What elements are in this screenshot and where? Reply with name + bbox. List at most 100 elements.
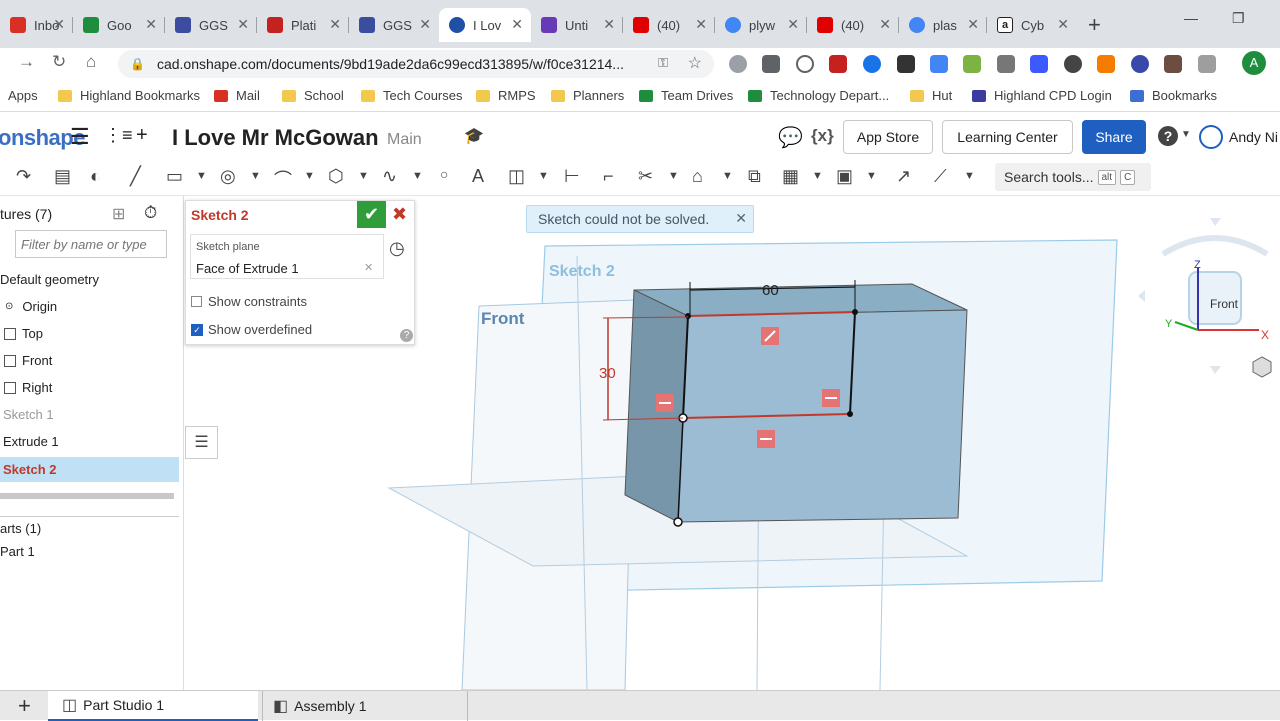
use-icon[interactable]: ⌂ [692,166,703,187]
chevron-down-icon[interactable]: ▼ [250,170,261,182]
browser-tab[interactable]: Plati ✕ [257,8,349,42]
browser-tab[interactable]: Unti ✕ [531,8,623,42]
origin-point[interactable] [673,517,683,527]
minimize-icon[interactable]: — [1184,10,1198,26]
bookmark-item[interactable]: Planners [551,88,624,103]
text-icon[interactable]: A [472,166,484,187]
fillet-icon[interactable]: ⌐ [603,166,614,187]
sketch-point[interactable] [847,411,853,417]
trim-icon[interactable]: ✂ [638,166,653,187]
extension-icon[interactable] [1030,55,1048,73]
extension-icon[interactable] [897,55,915,73]
dimension-height[interactable]: 30 [599,365,616,382]
extension-icon[interactable] [1131,55,1149,73]
extension-icon[interactable] [1198,55,1216,73]
default-geometry-group[interactable]: Default geometry [0,272,99,287]
close-icon[interactable]: ✕ [419,16,431,33]
feature-sketch-2[interactable]: Sketch 2 [3,462,56,477]
browser-tab-active[interactable]: I Lov ✕ [439,8,531,42]
dxf-import-icon[interactable]: ▣ [836,166,853,187]
chevron-down-icon[interactable]: ▼ [196,170,207,182]
feature-origin[interactable]: ⊙ Origin [5,299,57,314]
extension-icon[interactable] [1097,55,1115,73]
redo-icon[interactable]: ↷ [16,166,31,187]
feature-front[interactable]: Front [4,353,52,368]
close-icon[interactable]: ✕ [53,16,65,33]
bookmark-item[interactable]: Hut [910,88,952,103]
variables-icon[interactable]: {x} [811,126,834,146]
close-icon[interactable]: ✕ [735,210,747,227]
pattern-icon[interactable]: ▦ [782,166,799,187]
bookmark-item[interactable]: Bookmarks [1130,88,1217,103]
extension-icon[interactable] [997,55,1015,73]
box-front-face[interactable] [677,309,968,523]
view-cube-rotate-arc[interactable] [1161,235,1269,257]
comment-icon[interactable]: 💬 [778,125,803,150]
browser-tab[interactable]: (40) ✕ [807,8,899,42]
feature-top[interactable]: Top [4,326,43,341]
line-icon[interactable]: ╱ [130,166,141,187]
extrude-icon[interactable]: ◐ [90,166,101,187]
sketch-plane-field[interactable]: Sketch plane Face of Extrude 1 ✕ [190,234,384,279]
construction-icon[interactable]: ◫ [508,166,525,187]
view-cube-up-arrow[interactable] [1210,218,1221,226]
browser-tab[interactable]: GGS ✕ [165,8,257,42]
add-folder-icon[interactable]: ⊞ [112,204,125,224]
bookmark-item[interactable]: Team Drives [639,88,733,103]
key-icon[interactable]: ⚿ [658,55,668,71]
view-cube-front-face[interactable]: Front [1210,297,1239,311]
part-item[interactable]: Part 1 [0,544,35,559]
chevron-down-icon[interactable]: ▼ [1181,129,1191,140]
rollback-timer-icon[interactable]: ⏱ [144,203,157,223]
browser-tab[interactable]: Goo ✕ [73,8,165,42]
feature-extrude-1[interactable]: Extrude 1 [3,434,59,449]
help-extension-icon[interactable] [796,55,814,73]
browser-tab[interactable]: (40) ✕ [623,8,715,42]
polygon-icon[interactable]: ⬡ [328,166,344,187]
sketch-transform-icon[interactable]: ↗ [896,166,911,187]
feature-list-toggle-icon[interactable]: ☰ [185,426,218,459]
chevron-down-icon[interactable]: ▼ [358,170,369,182]
learning-center-button[interactable]: Learning Center [942,120,1073,154]
star-icon[interactable]: ☆ [688,53,702,73]
extension-icon[interactable] [729,55,747,73]
chevron-down-icon[interactable]: ▼ [412,170,423,182]
user-avatar-icon[interactable] [1199,125,1223,149]
mirror-icon[interactable]: ⧉ [748,166,761,187]
tab-part-studio-1[interactable]: ◫ Part Studio 1 [48,691,258,721]
insert-icon[interactable]: + [136,124,148,147]
close-icon[interactable]: ✕ [967,16,979,33]
chevron-down-icon[interactable]: ▼ [668,170,679,182]
extension-icon[interactable] [762,55,780,73]
help-icon[interactable]: ? [400,329,413,342]
chevron-down-icon[interactable]: ▼ [964,170,975,182]
bookmark-item[interactable]: Apps [8,88,38,103]
rectangle-icon[interactable]: ▭ [166,166,183,187]
menu-icon[interactable]: ☰ [70,124,90,150]
browser-tab[interactable]: plas ✕ [899,8,987,42]
share-button[interactable]: Share [1082,120,1146,154]
close-icon[interactable]: ✕ [511,16,523,33]
gmail-extension-icon[interactable] [829,55,847,73]
browser-tab[interactable]: a Cyb ✕ [987,8,1077,42]
close-icon[interactable]: ✕ [879,16,891,33]
close-icon[interactable]: ✕ [329,16,341,33]
spline-icon[interactable]: ∿ [382,166,397,187]
home-icon[interactable]: ⌂ [86,52,96,72]
close-icon[interactable]: ✕ [695,16,707,33]
browser-tab[interactable]: Inbo ✕ [0,8,73,42]
constraint-icon[interactable]: ⟋ [934,166,947,187]
close-icon[interactable]: ✕ [1057,16,1069,33]
tab-assembly-1[interactable]: ◧ Assembly 1 [262,691,468,721]
browser-tab[interactable]: GGS ✕ [349,8,439,42]
point-icon[interactable]: ○ [440,166,448,182]
insert-tab-icon[interactable]: + [18,693,31,719]
close-icon[interactable]: ✕ [145,16,157,33]
view-cube-down-arrow[interactable] [1210,366,1221,374]
bookmark-item[interactable]: Technology Depart... [748,88,889,103]
close-icon[interactable]: ✕ [787,16,799,33]
bookmark-item[interactable]: Highland CPD Login [972,88,1112,103]
dimension-width[interactable]: 60 [762,282,779,299]
close-icon[interactable]: ✕ [603,16,615,33]
circle-icon[interactable]: ◎ [220,166,236,187]
